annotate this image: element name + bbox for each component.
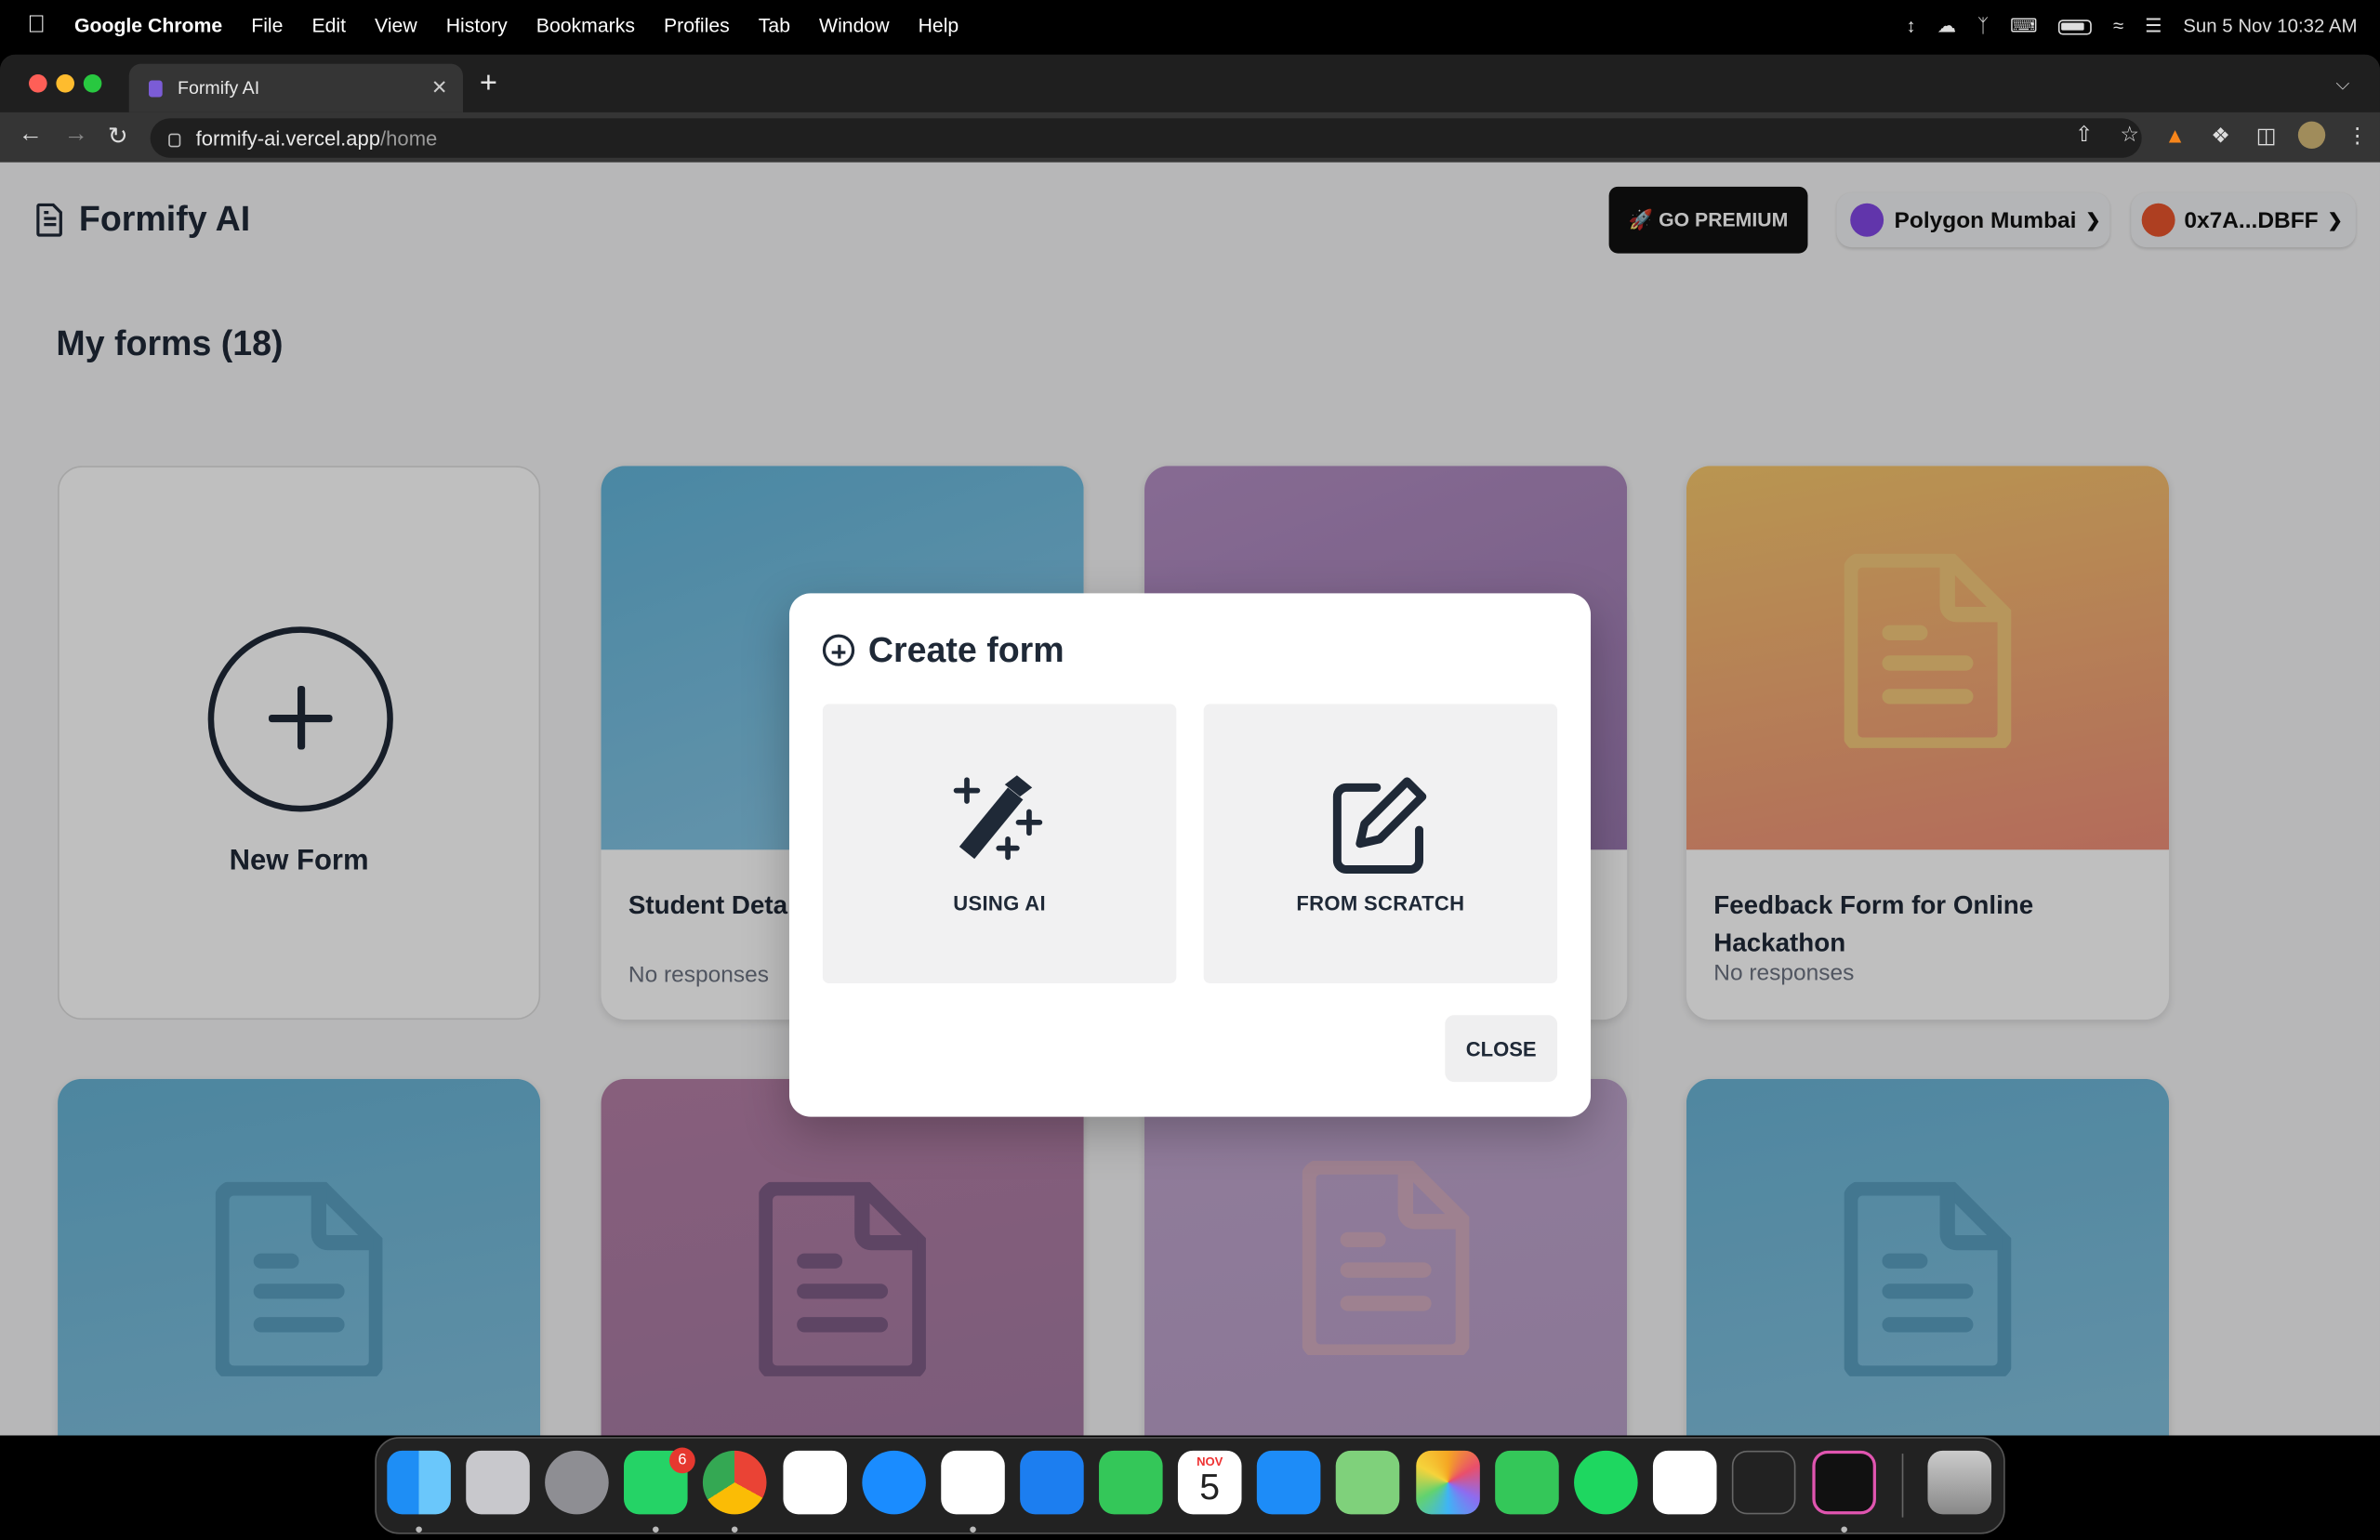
- cloud-icon[interactable]: ☁: [1937, 14, 1956, 36]
- macos-menu-bar:  Google Chrome File Edit View History B…: [0, 0, 2380, 52]
- tab-formify[interactable]: Formify AI ✕: [128, 63, 463, 112]
- modal-header: Create form: [822, 629, 1064, 671]
- updown-icon[interactable]: ↕: [1907, 15, 1916, 36]
- chrome-menu-icon[interactable]: ⋮: [2334, 123, 2380, 149]
- address-bar[interactable]: formify-ai.vercel.app/home: [150, 118, 2142, 158]
- messages-icon[interactable]: [1099, 1450, 1163, 1515]
- maps-icon[interactable]: [1335, 1450, 1400, 1515]
- finder-icon[interactable]: [387, 1450, 451, 1515]
- menu-edit[interactable]: Edit: [311, 14, 346, 36]
- launchpad-icon[interactable]: [466, 1450, 530, 1515]
- reload-icon[interactable]: ↻: [108, 122, 128, 152]
- favicon-icon: [148, 79, 163, 97]
- wifi-icon[interactable]: ≈: [2113, 15, 2123, 36]
- minimize-window-button[interactable]: [56, 73, 74, 93]
- apple-icon[interactable]: : [27, 12, 46, 39]
- new-tab-button[interactable]: +: [480, 68, 497, 99]
- edit-icon: [1332, 777, 1427, 874]
- battery-icon[interactable]: [2058, 19, 2093, 34]
- browser-window: Formify AI ✕ + ⌵ ← → ↻ formify-ai.vercel…: [0, 54, 2380, 1436]
- trash-icon[interactable]: [1927, 1450, 1992, 1515]
- url-host: formify-ai.vercel.app: [195, 126, 381, 150]
- page-content: Formify AI 🚀 GO PREMIUM Polygon Mumbai ❯…: [0, 162, 2380, 1436]
- vscode-icon[interactable]: [941, 1450, 1005, 1515]
- using-ai-label: USING AI: [953, 891, 1046, 915]
- close-button[interactable]: CLOSE: [1445, 1015, 1558, 1083]
- exec-terminal-icon[interactable]: [1731, 1450, 1796, 1515]
- bluetooth-icon[interactable]: ᛉ: [1977, 15, 1989, 36]
- status-area: ↕ ☁ ᛉ ⌨ ≈ ☰ Sun 5 Nov 10:32 AM: [1907, 14, 2358, 37]
- keyboard-icon[interactable]: ⌨: [2010, 14, 2037, 36]
- safari-icon[interactable]: [862, 1450, 926, 1515]
- mail-icon[interactable]: [1256, 1450, 1321, 1515]
- close-tab-icon[interactable]: ✕: [431, 76, 448, 100]
- extensions-puzzle-icon[interactable]: ❖: [2198, 123, 2243, 149]
- system-settings-icon[interactable]: [545, 1450, 609, 1515]
- browser-toolbar: ← → ↻ formify-ai.vercel.app/home ⇧ ☆ ▲ ❖…: [0, 112, 2380, 163]
- menu-tab[interactable]: Tab: [759, 14, 790, 36]
- create-form-modal: Create form USING AI FROM SCRATCH CLOSE: [788, 593, 1592, 1117]
- notification-badge: 6: [668, 1447, 695, 1474]
- facetime-icon[interactable]: [1495, 1450, 1559, 1515]
- control-center-icon[interactable]: ☰: [2145, 14, 2162, 36]
- close-window-button[interactable]: [29, 73, 47, 93]
- spotify-icon[interactable]: [1574, 1450, 1638, 1515]
- calendar-icon[interactable]: NOV 5: [1177, 1450, 1242, 1515]
- calendar-day: 5: [1199, 1467, 1221, 1508]
- mongodb-icon[interactable]: [1652, 1450, 1717, 1515]
- menu-history[interactable]: History: [446, 14, 508, 36]
- profile-avatar[interactable]: [2289, 122, 2334, 150]
- menu-items: Google Chrome File Edit View History Boo…: [74, 14, 987, 36]
- menu-help[interactable]: Help: [919, 14, 959, 36]
- from-scratch-option[interactable]: FROM SCRATCH: [1203, 704, 1558, 983]
- menu-profiles[interactable]: Profiles: [664, 14, 730, 36]
- back-icon[interactable]: ←: [19, 122, 43, 149]
- magic-wand-icon: [953, 775, 1043, 861]
- xcode-icon[interactable]: [1020, 1450, 1084, 1515]
- menu-view[interactable]: View: [375, 14, 417, 36]
- macos-dock: 6 NOV 5: [375, 1437, 2005, 1534]
- url-path: /home: [380, 126, 438, 150]
- tab-strip: Formify AI ✕ + ⌵: [0, 54, 2380, 112]
- zoom-window-button[interactable]: [83, 73, 102, 93]
- brave-icon[interactable]: [783, 1450, 848, 1515]
- menu-file[interactable]: File: [251, 14, 283, 36]
- clock[interactable]: Sun 5 Nov 10:32 AM: [2183, 15, 2357, 36]
- plus-circle-icon: [822, 634, 855, 666]
- terminal-icon[interactable]: [1812, 1450, 1876, 1515]
- menu-app-name[interactable]: Google Chrome: [74, 14, 222, 36]
- tab-search-chevron-icon[interactable]: ⌵: [2335, 72, 2349, 95]
- menu-bookmarks[interactable]: Bookmarks: [536, 14, 635, 36]
- dock-divider: [1901, 1454, 1904, 1518]
- modal-title: Create form: [867, 629, 1064, 669]
- from-scratch-label: FROM SCRATCH: [1296, 891, 1465, 915]
- forward-icon[interactable]: →: [64, 122, 88, 149]
- extension-icons: ▲ ❖ ◫ ⋮: [2152, 122, 2380, 150]
- tab-title: Formify AI: [178, 77, 260, 99]
- share-icon[interactable]: ⇧: [2061, 122, 2107, 148]
- metamask-icon[interactable]: ▲: [2152, 123, 2198, 147]
- side-panel-icon[interactable]: ◫: [2243, 123, 2289, 149]
- omnibox-actions: ⇧ ☆: [2061, 122, 2152, 148]
- photos-icon[interactable]: [1416, 1450, 1480, 1515]
- bookmark-star-icon[interactable]: ☆: [2107, 122, 2152, 148]
- using-ai-option[interactable]: USING AI: [822, 704, 1177, 983]
- lock-icon: [168, 132, 181, 147]
- chrome-icon[interactable]: [702, 1450, 767, 1515]
- menu-window[interactable]: Window: [819, 14, 890, 36]
